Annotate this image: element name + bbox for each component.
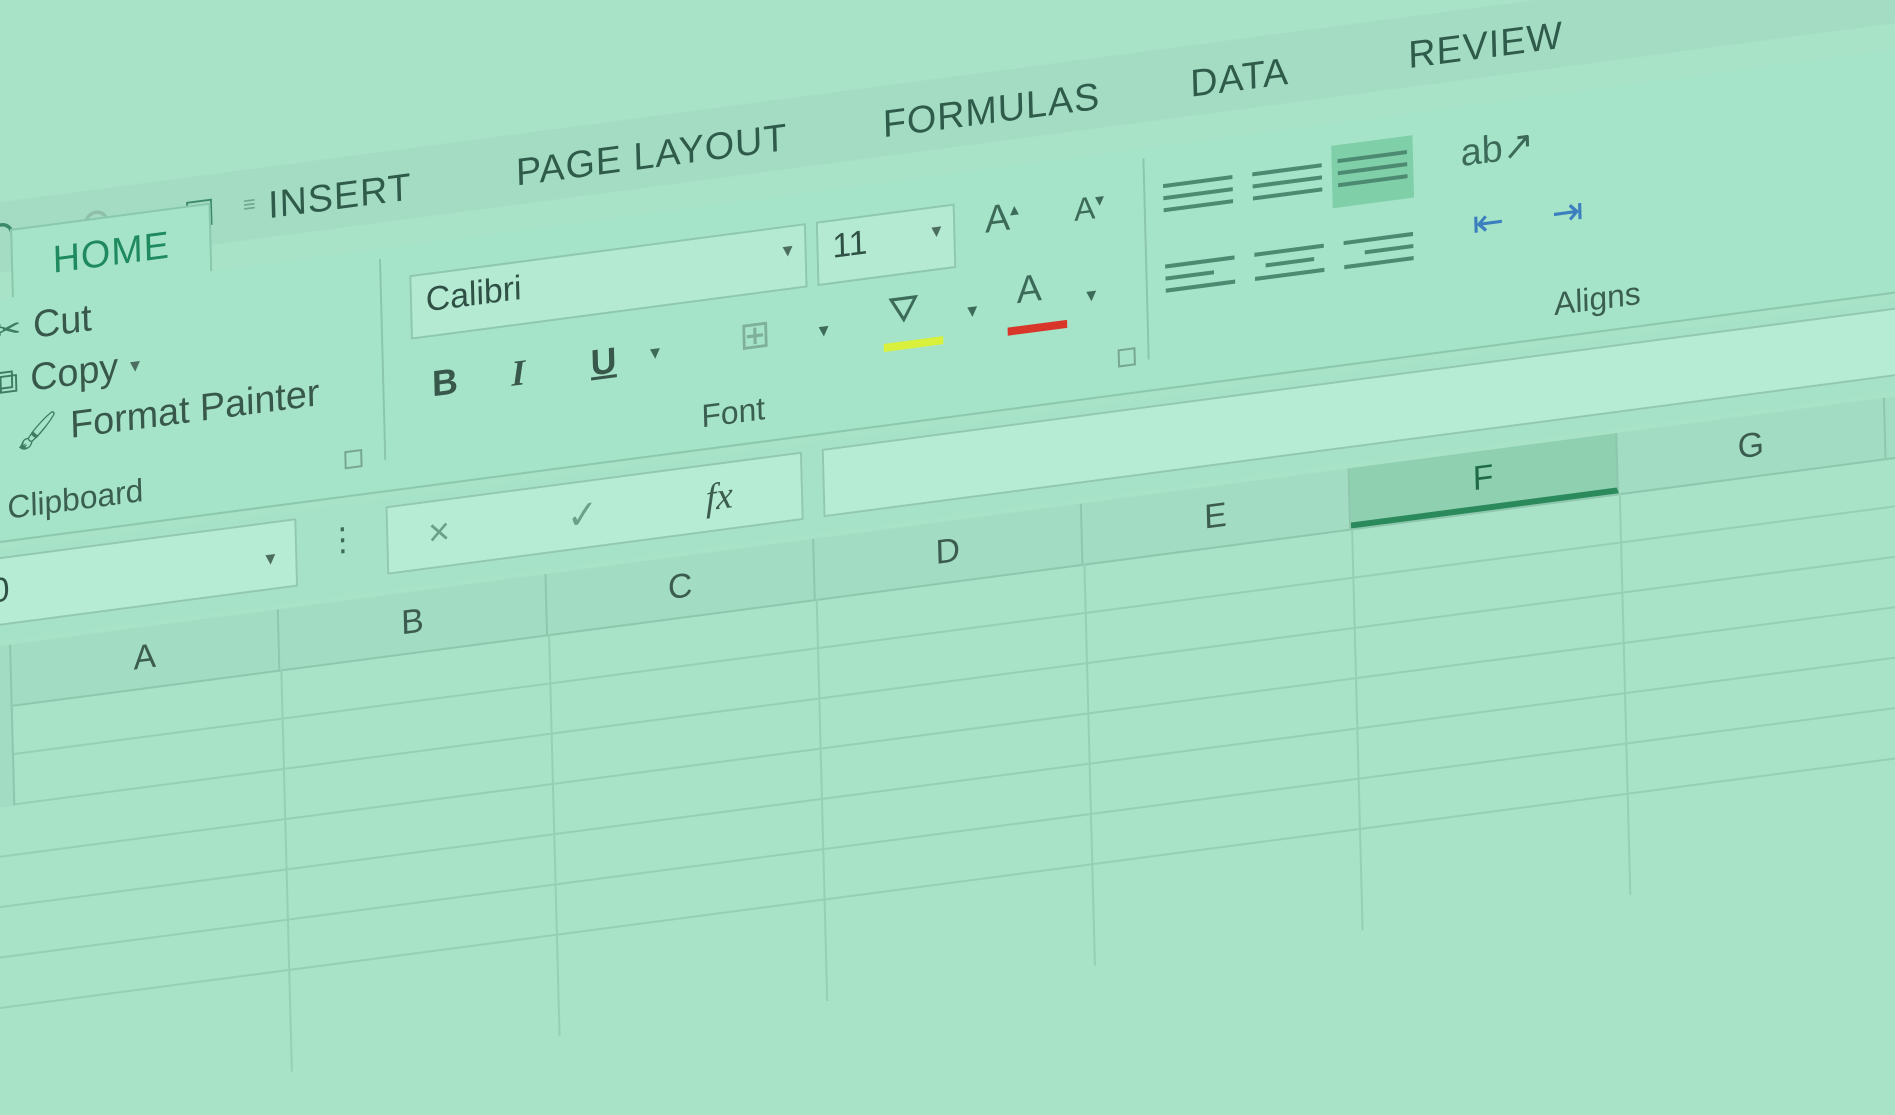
middle-align-button[interactable] (1252, 155, 1323, 214)
font-color-button[interactable]: A (1016, 267, 1042, 314)
cut-label: Cut (32, 297, 93, 347)
scissors-icon: ✂ (0, 308, 22, 351)
align-center-button[interactable] (1254, 236, 1325, 295)
italic-button[interactable]: I (511, 351, 526, 395)
shrink-font-button[interactable]: A▾ (1074, 188, 1105, 229)
cut-button[interactable]: ✂ Cut (0, 297, 92, 353)
font-color-dropdown-icon[interactable]: ▾ (1086, 282, 1097, 308)
copy-label: Copy (29, 345, 119, 400)
bold-button[interactable]: B (431, 360, 458, 406)
group-divider (1142, 158, 1150, 360)
column-label: D (935, 530, 961, 572)
underline-button[interactable]: U (590, 339, 617, 385)
clipboard-launcher-icon[interactable] (344, 448, 363, 470)
align-right-button[interactable] (1343, 224, 1414, 283)
column-label: E (1203, 495, 1228, 537)
underline-label: U (590, 338, 617, 384)
borders-dropdown-icon[interactable]: ▾ (818, 317, 829, 343)
tab-insert[interactable]: INSERT (268, 166, 413, 228)
bold-label: B (431, 359, 459, 405)
tab-formulas[interactable]: FORMULAS (882, 75, 1100, 147)
orientation-button[interactable]: ab↗ (1460, 121, 1535, 176)
grow-font-button[interactable]: A▴ (984, 195, 1019, 243)
column-label: F (1472, 456, 1494, 498)
decrease-indent-icon: ⇤ (1471, 199, 1505, 247)
column-label: A (132, 636, 157, 678)
increase-icon: ▴ (1009, 198, 1020, 220)
font-group-label: Font (701, 389, 766, 435)
paint-bucket-icon: ⛛ (887, 286, 920, 334)
tab-review-label: REVIEW (1407, 14, 1564, 78)
row-header[interactable]: 2 (0, 755, 16, 814)
tab-formulas-label: FORMULAS (882, 75, 1101, 147)
orientation-icon: ab↗ (1460, 123, 1535, 176)
tab-home-label: HOME (52, 224, 171, 282)
copy-button[interactable]: ⧉ Copy ▾ (0, 343, 141, 405)
top-align-button[interactable] (1163, 167, 1234, 226)
tab-data-label: DATA (1189, 50, 1290, 106)
grow-font-label: A (984, 196, 1011, 242)
font-color-swatch (1007, 319, 1068, 336)
bottom-align-button[interactable] (1331, 135, 1415, 209)
copy-dropdown-icon[interactable]: ▾ (130, 352, 141, 378)
decrease-icon: ▾ (1094, 189, 1105, 211)
chevron-down-icon: ▾ (931, 219, 942, 243)
column-label: G (1737, 424, 1765, 466)
fill-color-dropdown-icon[interactable]: ▾ (967, 297, 978, 323)
fill-color-swatch (883, 336, 944, 353)
paintbrush-icon: 🖌 (14, 408, 59, 453)
increase-indent-icon: ⇥ (1551, 189, 1584, 236)
fill-color-button[interactable]: ⛛ (887, 287, 920, 334)
borders-icon: ⊞ (738, 312, 772, 359)
align-left-button[interactable] (1165, 247, 1236, 306)
font-launcher-icon[interactable] (1117, 347, 1136, 368)
excel-window: ↶ ▾ ↷ ▾ ▣ ≡ HOME INSERT PAGE LAYOUT FORM… (0, 0, 1895, 1115)
increase-indent-button[interactable]: ⇥ (1551, 187, 1584, 236)
font-size-value: 11 (831, 223, 868, 266)
italic-label: I (510, 351, 526, 394)
font-color-label: A (1016, 266, 1043, 313)
more-options-icon[interactable]: ⋮ (326, 518, 359, 560)
chevron-down-icon: ▾ (782, 238, 793, 263)
font-family-value: Calibri (425, 268, 522, 320)
clipboard-group-label: Clipboard (7, 471, 144, 526)
insert-function-icon[interactable]: fx (705, 473, 733, 521)
shrink-font-label: A (1073, 189, 1096, 229)
tab-data[interactable]: DATA (1190, 51, 1290, 107)
decrease-indent-button[interactable]: ⇤ (1472, 198, 1505, 247)
alignment-group-label: Aligns (1553, 274, 1642, 323)
underline-dropdown-icon[interactable]: ▾ (650, 339, 661, 365)
cancel-icon[interactable]: × (427, 510, 450, 556)
borders-button[interactable]: ⊞ (739, 310, 772, 359)
tab-insert-label: INSERT (267, 166, 413, 228)
tab-review[interactable]: REVIEW (1408, 15, 1564, 79)
tab-page-layout[interactable]: PAGE LAYOUT (516, 117, 788, 196)
group-divider (379, 258, 387, 461)
column-label: B (400, 600, 425, 642)
enter-icon[interactable]: ✓ (566, 491, 599, 540)
customize-qat-icon[interactable]: ≡ (243, 190, 256, 218)
tab-page-layout-label: PAGE LAYOUT (515, 116, 788, 195)
chevron-down-icon: ▾ (265, 547, 276, 571)
copy-icon: ⧉ (0, 361, 19, 403)
column-label: C (667, 565, 693, 607)
row-header[interactable]: 1 (0, 704, 14, 763)
name-box-value: 10 (0, 570, 10, 614)
font-size-select[interactable]: 11 ▾ (815, 203, 957, 287)
